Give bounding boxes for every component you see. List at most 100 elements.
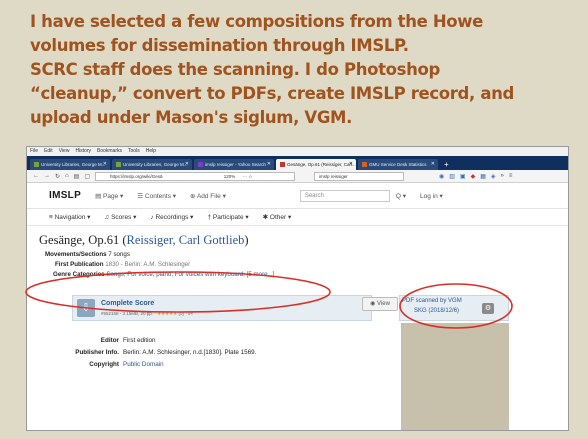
browser-navbar: ← → ↻ ⌂ ▤ ▢ https://imslp.org/wiki/Gesä …	[27, 170, 568, 183]
work-info: Movements/Sections 7 songs First Publica…	[45, 250, 275, 280]
imslp-logo[interactable]: IMSLP	[49, 190, 81, 201]
home-icon[interactable]: ⌂	[65, 173, 69, 179]
copyright-link[interactable]: Public Domain	[123, 361, 164, 368]
bookmark-star-icon[interactable]: ☆	[248, 174, 252, 179]
favicon-icon	[198, 162, 203, 168]
menu-edit[interactable]: Edit	[44, 147, 53, 156]
page-icon: ▤	[95, 192, 104, 200]
close-icon[interactable]: ✕	[431, 159, 435, 170]
rating-stars[interactable]: ★★★★★	[157, 311, 177, 316]
browser-search-text: imslp reissiger	[319, 173, 348, 179]
close-icon[interactable]: ✕	[349, 159, 353, 170]
page-actions-icon[interactable]: ···	[243, 174, 248, 179]
gear-icon[interactable]: ⚙	[482, 303, 494, 314]
tab-5[interactable]: GMU Service Desk Statistics ✕	[358, 159, 438, 170]
nav-other[interactable]: ✱ Other ▾	[263, 213, 292, 221]
slide-line-5: upload under Mason's siglum, VGM.	[30, 108, 353, 127]
slide-line-1: I have selected a few compositions from …	[30, 12, 484, 31]
movements-value[interactable]: 7 songs	[108, 251, 130, 258]
publisher-label: Publisher Info.	[75, 349, 119, 356]
imslp-search-input[interactable]: Search	[299, 189, 390, 202]
tab-label: Gesänge, Op.61 (Reissiger, Carl...	[287, 162, 356, 167]
contents-menu[interactable]: ☰ Contents ▾	[137, 192, 176, 200]
forward-icon[interactable]: →	[44, 173, 50, 179]
first-publication-label: First Publication	[55, 261, 104, 268]
browser-search-box[interactable]: imslp reissiger	[314, 171, 404, 181]
add-file-menu[interactable]: ⊕ Add File ▾	[190, 192, 226, 200]
contents-icon: ☰	[137, 192, 145, 200]
menu-view[interactable]: View	[59, 147, 70, 156]
editor-value: First edition	[123, 337, 156, 344]
menu-bookmarks[interactable]: Bookmarks	[97, 147, 122, 156]
new-tab-button[interactable]: +	[440, 159, 449, 170]
tab-2[interactable]: University Libraries, George M... ✕	[112, 159, 192, 170]
nav-scores[interactable]: ♫ Scores ▾	[104, 213, 136, 221]
browser-screenshot: File Edit View History Bookmarks Tools H…	[26, 146, 569, 431]
pdf-icon[interactable]: ▦	[480, 173, 486, 180]
menu-history[interactable]: History	[75, 147, 91, 156]
tab-label: imslp reissiger - Yahoo Search	[205, 162, 266, 167]
tab-label: GMU Service Desk Statistics	[369, 162, 427, 167]
scanner-info: PDF scanned by VGM SKG (2018/12/6) ⚙	[399, 295, 509, 321]
imslp-header: IMSLP ▤ Page ▾ ☰ Contents ▾ ⊕ Add File ▾…	[27, 183, 568, 209]
slide-line-4: “cleanup,” convert to PDFs, create IMSLP…	[30, 84, 514, 103]
zoom-level[interactable]: 120%	[224, 174, 236, 179]
add-icon: ⊕	[190, 192, 197, 200]
login-link[interactable]: Log in ▾	[420, 192, 443, 200]
library-icon[interactable]: ▥	[449, 173, 455, 180]
imslp-nav: ≡ Navigation ▾ ♫ Scores ▾ ♪ Recordings ▾…	[27, 209, 568, 226]
view-button[interactable]: ◉ View	[362, 297, 398, 311]
genre-value[interactable]: Songs; For voice, piano; For voices with…	[106, 271, 274, 278]
score-details: Editor First edition Publisher Info. Berli…	[47, 335, 256, 371]
slide-line-3: SCRC staff does the scanning. I do Photo…	[30, 60, 440, 79]
menu-help[interactable]: Help	[146, 147, 156, 156]
screenshot-icon[interactable]: ◆	[471, 173, 476, 180]
menu-icon[interactable]: ≡	[509, 173, 513, 180]
publisher-value: Berlin: A.M. Schlesinger, n.d.[1830]. Pl…	[123, 349, 257, 356]
extension-icon[interactable]: ◉	[439, 173, 444, 180]
menu-file[interactable]: File	[30, 147, 38, 156]
complete-score-row: ⇩ Complete Score #552168 - 3.15MB, 20 pp…	[72, 295, 372, 321]
score-meta: #552168 - 3.15MB, 20 pp. - ★★★★★ (0) - 9…	[101, 311, 194, 316]
nav-recordings[interactable]: ♪ Recordings ▾	[150, 213, 193, 221]
editor-label: Editor	[100, 337, 119, 344]
movements-label: Movements/Sections	[45, 251, 107, 258]
other-icon: ✱	[262, 214, 270, 221]
close-icon[interactable]: ✕	[267, 159, 271, 170]
reload-icon[interactable]: ↻	[55, 173, 60, 180]
favicon-icon	[280, 162, 285, 168]
nav-participate[interactable]: † Participate ▾	[207, 213, 248, 221]
print-icon[interactable]: ▤	[74, 173, 80, 180]
overflow-icon[interactable]: »	[501, 173, 504, 180]
tab-4[interactable]: Gesänge, Op.61 (Reissiger, Carl... ✕	[276, 159, 356, 170]
tab-3[interactable]: imslp reissiger - Yahoo Search ✕	[194, 159, 274, 170]
tab-label: University Libraries, George M...	[41, 162, 106, 167]
favicon-icon	[362, 162, 367, 168]
sync-icon[interactable]: ▢	[84, 173, 90, 180]
composer-link[interactable]: Reissiger, Carl Gottlieb	[126, 233, 244, 247]
tab-1[interactable]: University Libraries, George M... ✕	[30, 159, 110, 170]
nav-navigation[interactable]: ≡ Navigation ▾	[49, 213, 90, 221]
eye-icon: ◉	[370, 301, 377, 307]
score-thumbnail[interactable]	[401, 323, 509, 430]
close-icon[interactable]: ✕	[185, 159, 189, 170]
uploader-link[interactable]: SKG (2018/12/6)	[414, 308, 459, 314]
first-publication-value: 1830 - Berlin: A.M. Schlesinger	[105, 261, 191, 268]
slide-text: I have selected a few compositions from …	[30, 10, 570, 130]
addon-icon[interactable]: ◈	[491, 173, 496, 180]
tab-label: University Libraries, George M...	[123, 162, 188, 167]
page-menu[interactable]: ▤ Page ▾	[95, 192, 123, 200]
close-icon[interactable]: ✕	[103, 159, 107, 170]
menu-tools[interactable]: Tools	[128, 147, 140, 156]
copyright-label: Copyright	[89, 361, 119, 368]
browser-menubar: File Edit View History Bookmarks Tools H…	[27, 147, 568, 156]
download-icon[interactable]: ⇩	[77, 299, 95, 317]
back-icon[interactable]: ←	[33, 173, 39, 179]
browser-tabbar: University Libraries, George M... ✕ Unive…	[27, 156, 568, 170]
url-text: https://imslp.org/wiki/Gesä	[110, 173, 163, 179]
search-icon[interactable]: Q ▾	[396, 192, 406, 200]
sidebar-icon[interactable]: ▣	[460, 173, 466, 180]
slide-line-2: volumes for dissemination through IMSLP.	[30, 36, 409, 55]
complete-score-link[interactable]: Complete Score	[101, 300, 154, 307]
url-bar[interactable]: https://imslp.org/wiki/Gesä 120% ··· ☆	[95, 171, 295, 181]
